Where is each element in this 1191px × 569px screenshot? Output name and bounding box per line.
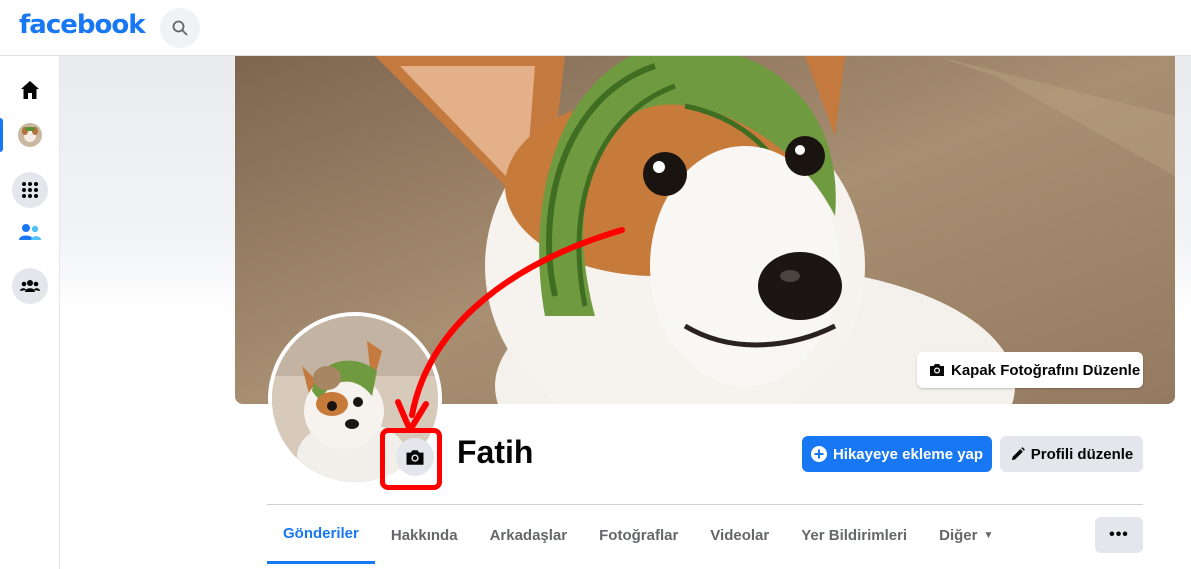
profile-tabs: Gönderiler Hakkında Arkadaşlar Fotoğrafl… bbox=[267, 506, 1009, 564]
tab-label: Arkadaşlar bbox=[489, 526, 568, 544]
profile-avatar-icon bbox=[18, 123, 42, 147]
pencil-icon bbox=[1011, 446, 1025, 460]
left-nav bbox=[0, 56, 60, 569]
nav-menu[interactable] bbox=[12, 172, 48, 208]
more-options-button[interactable]: ••• bbox=[1095, 517, 1143, 553]
tab-label: Fotoğraflar bbox=[599, 526, 679, 544]
tab-label: Videolar bbox=[710, 526, 770, 544]
facebook-logo[interactable]: facebook bbox=[19, 10, 146, 40]
tab-label: Hakkında bbox=[390, 526, 458, 544]
edit-profile-label: Profili düzenle bbox=[1030, 445, 1134, 463]
edit-cover-photo-label: Kapak Fotoğrafını Düzenle bbox=[951, 361, 1141, 379]
nav-active-indicator bbox=[0, 118, 3, 152]
search-icon bbox=[172, 20, 188, 36]
tab-photos[interactable]: Fotoğraflar bbox=[583, 506, 694, 564]
annotation-highlight-box bbox=[380, 428, 442, 490]
tab-videos[interactable]: Videolar bbox=[694, 506, 785, 564]
add-to-story-label: Hikayeye ekleme yap bbox=[832, 445, 984, 463]
grid-icon bbox=[22, 182, 38, 198]
caret-down-icon: ▼ bbox=[983, 529, 994, 541]
home-icon bbox=[21, 81, 39, 99]
add-to-story-button[interactable]: Hikayeye ekleme yap bbox=[802, 436, 992, 472]
top-bar: facebook bbox=[0, 0, 1191, 56]
edit-cover-photo-button[interactable]: Kapak Fotoğrafını Düzenle bbox=[917, 352, 1143, 388]
profile-name: Fatih bbox=[457, 434, 534, 470]
friends-icon bbox=[19, 224, 41, 240]
search-button[interactable] bbox=[160, 8, 200, 48]
tab-label: Diğer bbox=[939, 526, 978, 544]
tab-about[interactable]: Hakkında bbox=[375, 506, 474, 564]
tab-label: Gönderiler bbox=[283, 525, 359, 542]
edit-profile-button[interactable]: Profili düzenle bbox=[1000, 436, 1143, 472]
groups-icon bbox=[20, 280, 40, 292]
nav-home[interactable] bbox=[12, 72, 48, 108]
nav-groups[interactable] bbox=[12, 268, 48, 304]
tab-more[interactable]: Diğer ▼ bbox=[923, 506, 1009, 564]
tab-check-ins[interactable]: Yer Bildirimleri bbox=[785, 506, 923, 564]
more-dots-icon: ••• bbox=[1109, 526, 1129, 543]
plus-circle-icon bbox=[810, 446, 827, 462]
tab-label: Yer Bildirimleri bbox=[801, 526, 908, 544]
tab-posts[interactable]: Gönderiler bbox=[267, 506, 375, 564]
nav-friends[interactable] bbox=[12, 214, 48, 250]
nav-profile[interactable] bbox=[12, 117, 48, 153]
profile-divider bbox=[267, 504, 1143, 505]
camera-icon bbox=[930, 364, 944, 376]
tab-friends[interactable]: Arkadaşlar bbox=[474, 506, 584, 564]
